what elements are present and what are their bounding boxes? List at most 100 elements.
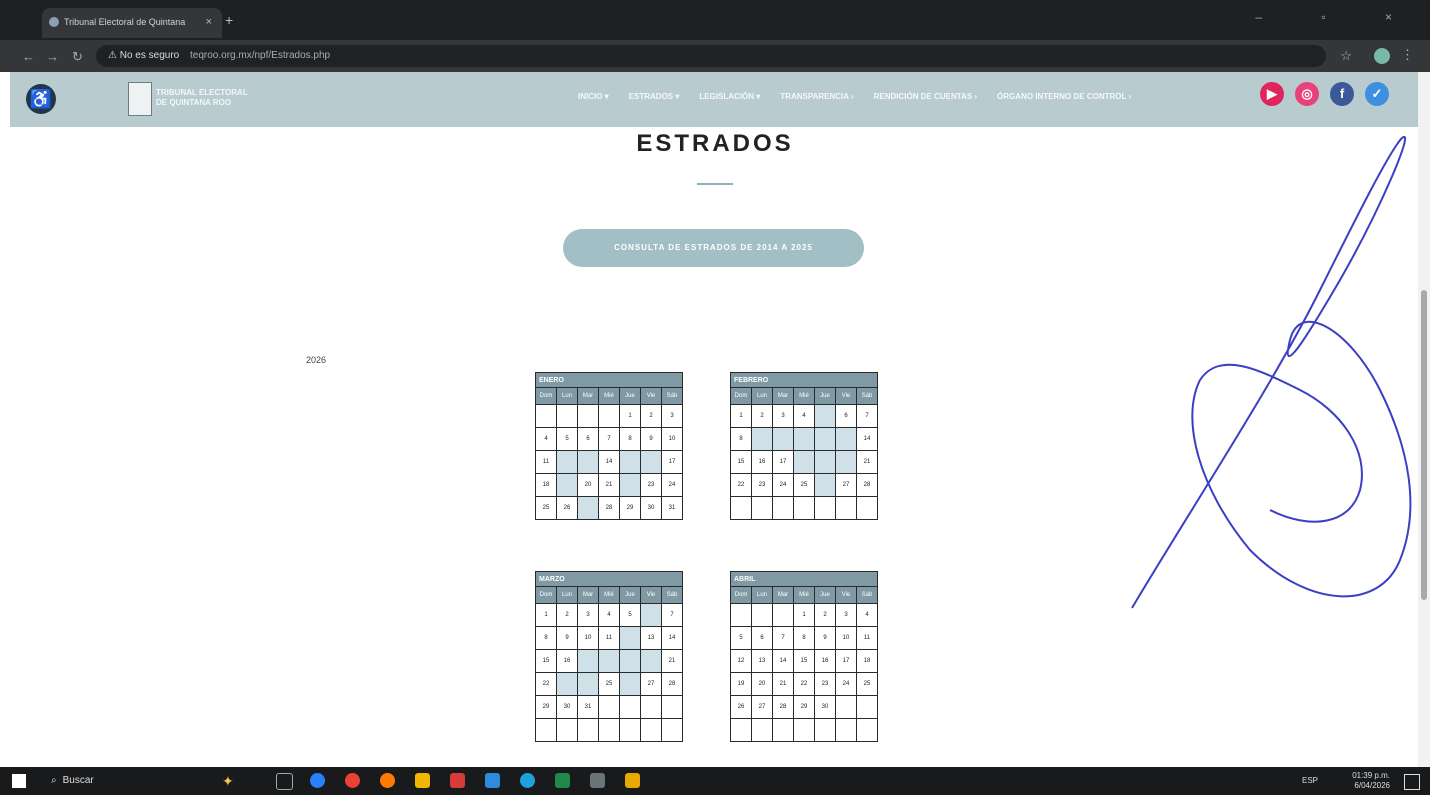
nav-organo-interno[interactable]: ÓRGANO INTERNO DE CONTROL › [997, 92, 1131, 101]
calendar-day[interactable]: 1 [730, 404, 752, 428]
browser-menu-icon[interactable]: ⋮ [1401, 47, 1414, 63]
calendar-day[interactable] [619, 649, 641, 673]
calendar-day[interactable] [772, 718, 794, 742]
calendar-day[interactable] [556, 672, 578, 696]
chrome-icon[interactable] [345, 773, 360, 788]
calendar-day[interactable]: 16 [556, 649, 578, 673]
calendar-day[interactable]: 16 [814, 649, 836, 673]
nav-transparencia[interactable]: TRANSPARENCIA › [780, 92, 853, 101]
calendar-day[interactable]: 5 [619, 603, 641, 627]
instagram-icon[interactable]: ◎ [1295, 82, 1319, 106]
calendar-day[interactable]: 24 [661, 473, 683, 497]
calendar-day[interactable]: 3 [835, 603, 857, 627]
profile-avatar[interactable] [1374, 48, 1390, 64]
calendar-day[interactable] [772, 427, 794, 451]
calendar-day[interactable] [577, 718, 599, 742]
office-icon[interactable] [450, 773, 465, 788]
calendar-day[interactable]: 9 [556, 626, 578, 650]
calendar-day[interactable]: 22 [730, 473, 752, 497]
calendar-day[interactable]: 2 [640, 404, 662, 428]
calendar-day[interactable]: 13 [640, 626, 662, 650]
calendar-day[interactable] [751, 603, 773, 627]
calendar-day[interactable]: 4 [856, 603, 878, 627]
security-warning[interactable]: ⚠ No es seguro [108, 50, 179, 61]
calendar-day[interactable]: 11 [535, 450, 557, 474]
tribunal-logo[interactable] [128, 82, 152, 116]
calendar-day[interactable]: 28 [772, 695, 794, 719]
calendar-day[interactable] [577, 404, 599, 428]
calendar-day[interactable]: 13 [751, 649, 773, 673]
calendar-day[interactable] [556, 404, 578, 428]
calendar-day[interactable]: 21 [772, 672, 794, 696]
calendar-day[interactable] [640, 695, 662, 719]
excel-icon[interactable] [555, 773, 570, 788]
calendar-day[interactable] [577, 496, 599, 520]
calendar-day[interactable]: 26 [730, 695, 752, 719]
reload-icon[interactable]: ↻ [72, 49, 83, 65]
calendar-day[interactable]: 16 [751, 450, 773, 474]
calendar-day[interactable]: 7 [598, 427, 620, 451]
calendar-day[interactable]: 17 [835, 649, 857, 673]
calendar-day[interactable] [598, 649, 620, 673]
calendar-day[interactable] [814, 404, 836, 428]
calendar-day[interactable] [835, 496, 857, 520]
calendar-day[interactable] [814, 496, 836, 520]
calendar-day[interactable]: 1 [793, 603, 815, 627]
calendar-day[interactable]: 8 [793, 626, 815, 650]
calendar-day[interactable] [619, 450, 641, 474]
calendar-day[interactable]: 18 [856, 649, 878, 673]
calendar-day[interactable]: 23 [751, 473, 773, 497]
accessibility-icon[interactable]: ♿ [26, 84, 56, 114]
calendar-day[interactable] [730, 718, 752, 742]
calendar-day[interactable]: 22 [793, 672, 815, 696]
calendar-day[interactable]: 3 [577, 603, 599, 627]
calendar-day[interactable]: 5 [556, 427, 578, 451]
calendar-day[interactable]: 30 [556, 695, 578, 719]
calendar-day[interactable] [814, 450, 836, 474]
twitter-icon[interactable]: ✓ [1365, 82, 1389, 106]
calendar-day[interactable] [814, 427, 836, 451]
calendar-day[interactable]: 30 [814, 695, 836, 719]
calendar-day[interactable]: 8 [535, 626, 557, 650]
calendar-day[interactable]: 12 [730, 649, 752, 673]
calendar-day[interactable]: 28 [598, 496, 620, 520]
calendar-day[interactable] [577, 672, 599, 696]
calendar-day[interactable] [751, 496, 773, 520]
calendar-day[interactable] [856, 695, 878, 719]
calendar-day[interactable]: 5 [730, 626, 752, 650]
calendar-day[interactable]: 26 [556, 496, 578, 520]
calendar-day[interactable] [640, 603, 662, 627]
calendar-day[interactable] [793, 496, 815, 520]
calendar-day[interactable]: 20 [577, 473, 599, 497]
calendar-day[interactable] [598, 695, 620, 719]
calendar-day[interactable]: 7 [772, 626, 794, 650]
calendar-day[interactable]: 23 [814, 672, 836, 696]
calendar-day[interactable]: 25 [856, 672, 878, 696]
taskbar-search[interactable]: ⌕ Buscar [45, 767, 205, 795]
calendar-day[interactable] [751, 427, 773, 451]
calendar-day[interactable]: 10 [661, 427, 683, 451]
calendar-day[interactable] [556, 718, 578, 742]
calendar-day[interactable]: 22 [535, 672, 557, 696]
bookmark-star-icon[interactable]: ☆ [1340, 48, 1352, 64]
calendar-day[interactable] [556, 473, 578, 497]
calendar-day[interactable] [856, 718, 878, 742]
calendar-day[interactable] [661, 718, 683, 742]
calendar-day[interactable] [814, 473, 836, 497]
calendar-day[interactable] [661, 695, 683, 719]
mail-icon[interactable] [485, 773, 500, 788]
calendar-day[interactable]: 29 [619, 496, 641, 520]
nav-rendicion-cuentas[interactable]: RENDICIÓN DE CUENTAS › [874, 92, 977, 101]
calendar-day[interactable] [772, 603, 794, 627]
calendar-day[interactable]: 6 [751, 626, 773, 650]
calendar-day[interactable] [793, 427, 815, 451]
calendar-day[interactable]: 7 [856, 404, 878, 428]
browser-tab[interactable]: Tribunal Electoral de Quintana × [42, 8, 222, 38]
calendar-day[interactable] [640, 718, 662, 742]
start-button[interactable] [12, 774, 26, 788]
calendar-day[interactable] [835, 718, 857, 742]
calendar-day[interactable] [556, 450, 578, 474]
calendar-day[interactable]: 15 [793, 649, 815, 673]
calendar-day[interactable]: 8 [619, 427, 641, 451]
new-tab-button[interactable]: + [225, 12, 233, 28]
